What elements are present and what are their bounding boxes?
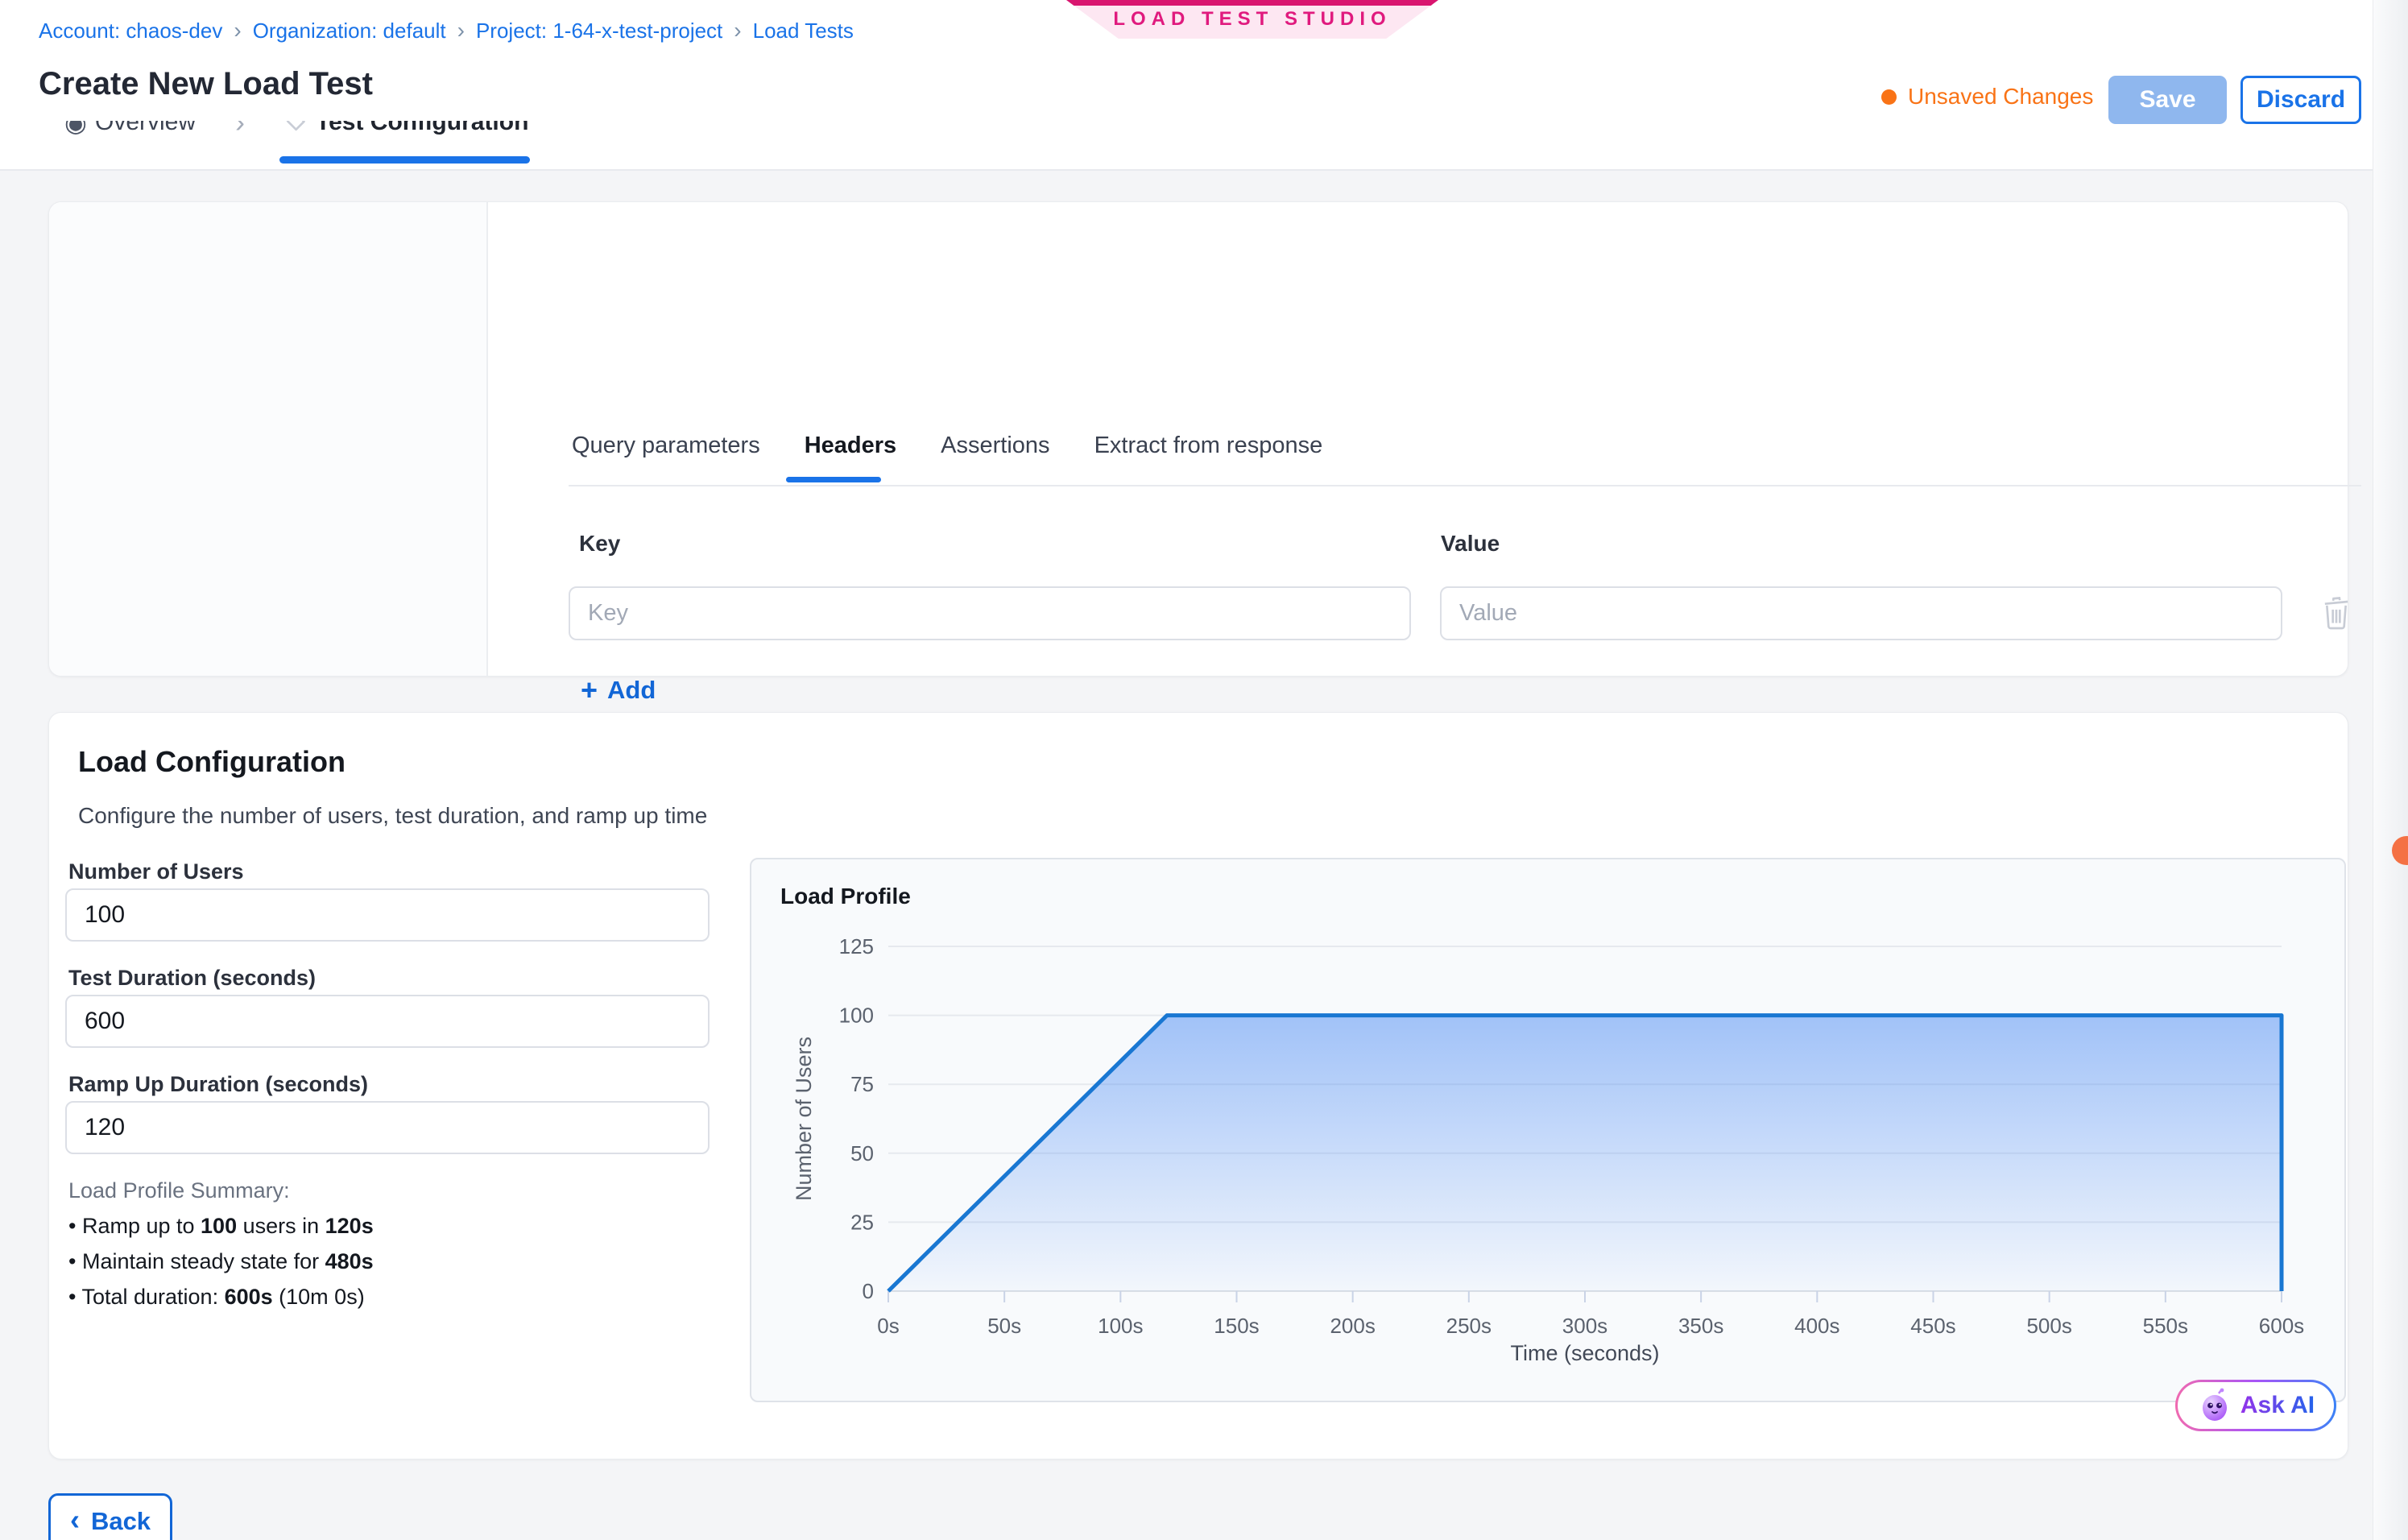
header-value-input[interactable]: [1440, 586, 2282, 640]
ask-ai-label: Ask AI: [2240, 1392, 2315, 1419]
request-tabs: Query parameters Headers Assertions Extr…: [569, 433, 1326, 459]
load-configuration-title: Load Configuration: [78, 745, 345, 779]
key-column-label: Key: [579, 531, 620, 557]
svg-text:100s: 100s: [1098, 1314, 1143, 1338]
svg-text:50s: 50s: [987, 1314, 1021, 1338]
number-of-users-label: Number of Users: [68, 859, 244, 884]
breadcrumb-organization[interactable]: Organization: default: [253, 19, 446, 43]
tab-extract-from-response[interactable]: Extract from response: [1091, 433, 1326, 459]
ramp-up-duration-input[interactable]: [65, 1101, 710, 1154]
right-scroll-gutter[interactable]: [2373, 0, 2408, 1540]
svg-text:75: 75: [850, 1072, 874, 1096]
load-test-studio-badge: LOAD TEST STUDIO: [1066, 0, 1438, 39]
save-button[interactable]: Save: [2108, 76, 2227, 124]
load-profile-chart-card: Load Profile 0 25 50 75 100 125 0s 50s 100s 150s 2…: [750, 858, 2346, 1402]
test-duration-input[interactable]: [65, 995, 710, 1048]
svg-text:500s: 500s: [2026, 1314, 2071, 1338]
stepper-chevron-icon: ›: [235, 121, 245, 145]
plus-icon: +: [581, 678, 598, 702]
load-profile-chart: 0 25 50 75 100 125 0s 50s 100s 150s 200s 250s 300s 35…: [767, 921, 2330, 1372]
back-chevron-icon: ‹: [70, 1503, 80, 1537]
header-key-input[interactable]: [569, 586, 1411, 640]
test-duration-label: Test Duration (seconds): [68, 966, 316, 991]
svg-text:550s: 550s: [2143, 1314, 2188, 1338]
svg-text:25: 25: [850, 1210, 874, 1234]
trash-icon: [2320, 595, 2352, 631]
header: Account: chaos-dev › Organization: defau…: [0, 0, 2408, 171]
ramp-up-duration-label: Ramp Up Duration (seconds): [68, 1072, 368, 1097]
tab-assertions[interactable]: Assertions: [937, 433, 1053, 459]
summary-steady-state: • Maintain steady state for 480s: [68, 1249, 374, 1274]
svg-text:150s: 150s: [1214, 1314, 1259, 1338]
svg-text:Number of Users: Number of Users: [792, 1037, 816, 1201]
tabs-divider: [569, 485, 2361, 486]
add-header-button[interactable]: + Add: [581, 676, 656, 705]
svg-text:200s: 200s: [1330, 1314, 1375, 1338]
tab-query-parameters[interactable]: Query parameters: [569, 433, 763, 459]
breadcrumb-load-tests[interactable]: Load Tests: [753, 19, 854, 43]
svg-text:100: 100: [839, 1004, 874, 1028]
svg-text:300s: 300s: [1562, 1314, 1607, 1338]
svg-text:600s: 600s: [2259, 1314, 2304, 1338]
request-config-card: Query parameters Headers Assertions Extr…: [48, 201, 2348, 677]
svg-text:400s: 400s: [1794, 1314, 1839, 1338]
active-step-underline: [279, 156, 530, 164]
load-test-studio-badge-label: LOAD TEST STUDIO: [1113, 8, 1391, 31]
add-button-label: Add: [607, 676, 656, 705]
load-configuration-subtitle: Configure the number of users, test dura…: [78, 803, 707, 829]
breadcrumb-separator-icon: ›: [457, 18, 465, 43]
header-divider: [0, 169, 2408, 171]
overview-step-icon: ◉: [64, 121, 87, 145]
svg-text:250s: 250s: [1446, 1314, 1492, 1338]
breadcrumb: Account: chaos-dev › Organization: defau…: [39, 18, 854, 43]
svg-text:450s: 450s: [1910, 1314, 1955, 1338]
test-configuration-step-icon: [282, 121, 308, 145]
delete-row-button[interactable]: [2319, 595, 2354, 631]
breadcrumb-separator-icon: ›: [734, 18, 741, 43]
breadcrumb-project[interactable]: Project: 1-64-x-test-project: [476, 19, 722, 43]
svg-text:350s: 350s: [1678, 1314, 1723, 1338]
breadcrumb-separator-icon: ›: [234, 18, 241, 43]
page-title: Create New Load Test: [39, 66, 373, 102]
breadcrumb-account[interactable]: Account: chaos-dev: [39, 19, 222, 43]
ai-mascot-icon: [2197, 1388, 2232, 1423]
svg-text:0: 0: [863, 1279, 874, 1303]
unsaved-dot-icon: [1881, 89, 1897, 105]
back-button-label: Back: [91, 1507, 151, 1536]
number-of-users-input[interactable]: [65, 888, 710, 942]
stepper-step-overview[interactable]: Overview: [95, 121, 196, 145]
ask-ai-button[interactable]: Ask AI: [2175, 1380, 2336, 1431]
request-side-panel: [49, 202, 488, 676]
tab-headers[interactable]: Headers: [801, 433, 900, 459]
stepper: ◉ Overview › Test Configuration: [0, 121, 2408, 169]
summary-total-duration: • Total duration: 600s (10m 0s): [68, 1285, 365, 1310]
active-tab-underline: [786, 477, 881, 482]
svg-text:50: 50: [850, 1141, 874, 1165]
unsaved-changes-indicator: Unsaved Changes: [1881, 84, 2093, 110]
unsaved-changes-label: Unsaved Changes: [1908, 84, 2093, 110]
back-button[interactable]: ‹ Back: [48, 1493, 172, 1540]
value-column-label: Value: [1441, 531, 1500, 557]
load-configuration-card: Load Configuration Configure the number …: [48, 712, 2348, 1459]
summary-ramp-up: • Ramp up to 100 users in 120s: [68, 1214, 374, 1239]
svg-text:0s: 0s: [877, 1314, 899, 1338]
svg-text:Time (seconds): Time (seconds): [1510, 1341, 1659, 1365]
load-profile-chart-title: Load Profile: [780, 884, 911, 909]
load-test-studio-page: Account: chaos-dev › Organization: defau…: [0, 0, 2408, 1540]
svg-text:125: 125: [839, 934, 874, 958]
load-profile-summary-title: Load Profile Summary:: [68, 1178, 290, 1203]
discard-button[interactable]: Discard: [2240, 76, 2361, 124]
stepper-step-test-configuration[interactable]: Test Configuration: [316, 121, 528, 145]
